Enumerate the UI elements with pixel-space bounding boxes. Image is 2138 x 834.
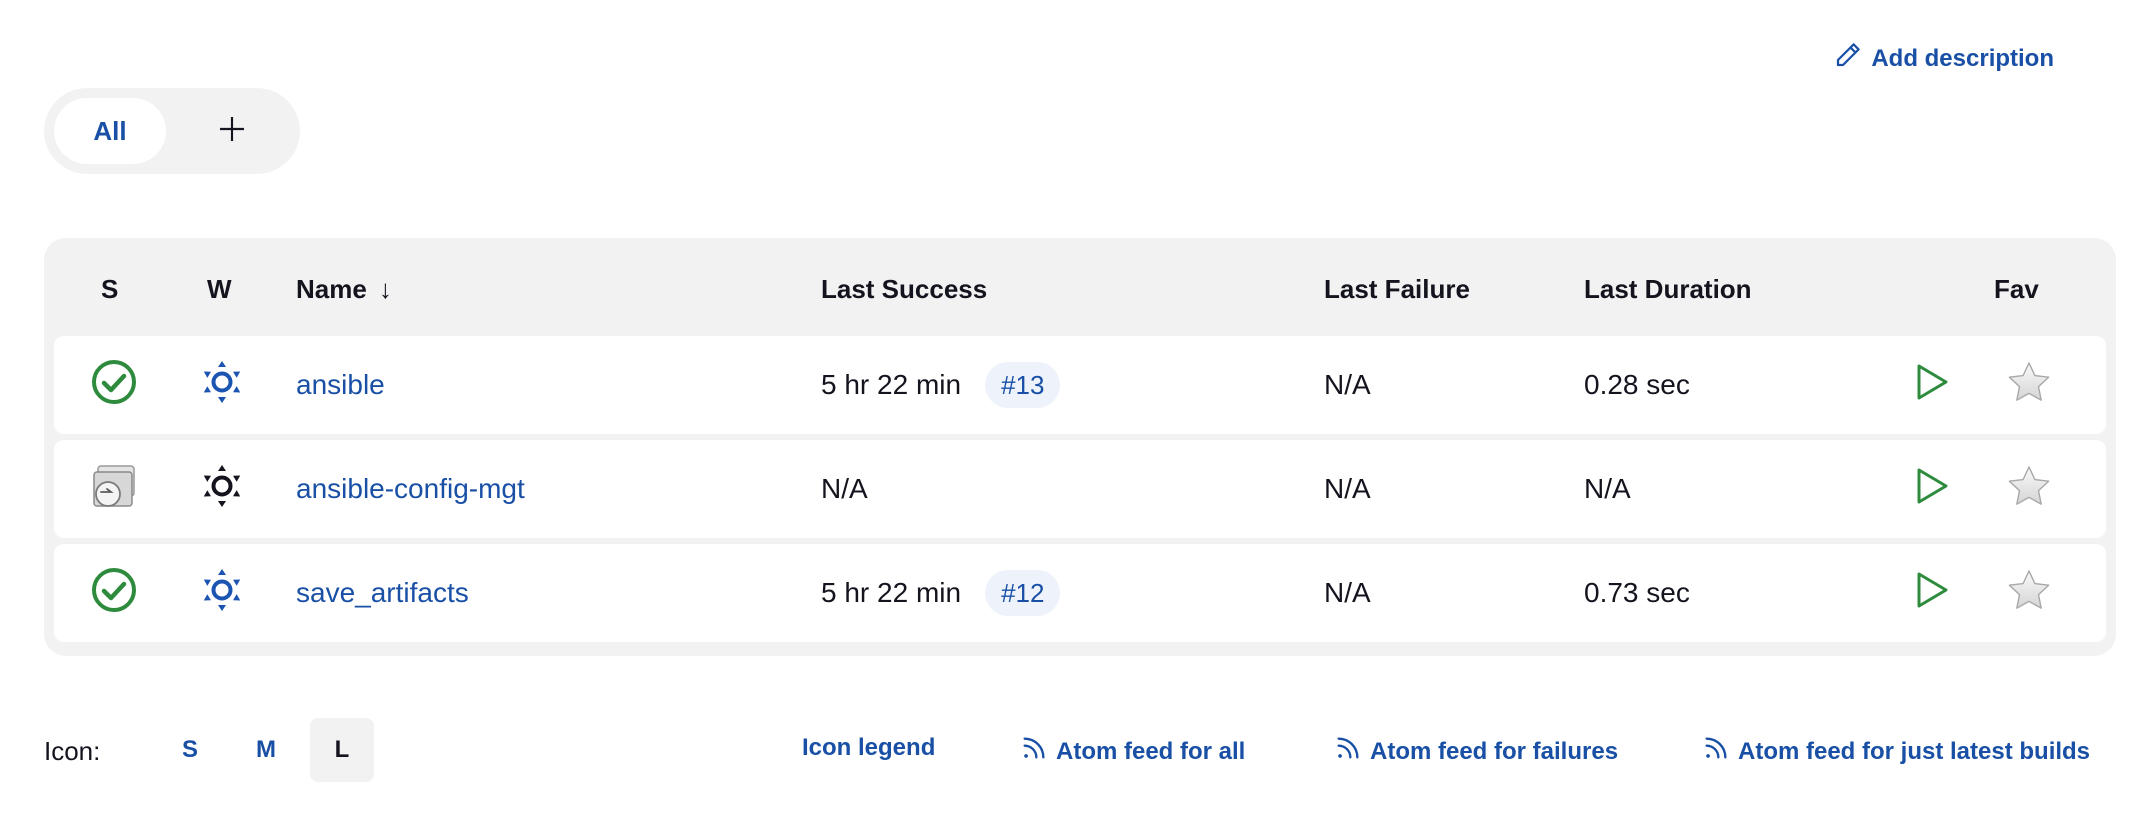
favorite-toggle[interactable]	[2004, 336, 2054, 434]
star-icon	[2007, 465, 2051, 514]
job-link[interactable]: ansible-config-mgt	[296, 473, 525, 505]
icon-size-medium-button[interactable]: M	[234, 718, 298, 782]
weather-cell	[190, 336, 254, 434]
job-link[interactable]: ansible	[296, 369, 385, 401]
last-failure-value: N/A	[1324, 577, 1371, 608]
last-success-time: 5 hr 22 min	[821, 369, 962, 400]
add-description-link[interactable]: Add description	[1833, 40, 2054, 77]
success-icon	[90, 358, 138, 413]
schedule-build-button[interactable]	[1910, 440, 1954, 538]
weather-cell	[190, 440, 254, 538]
add-view-button[interactable]	[192, 98, 272, 164]
star-icon	[2007, 361, 2051, 410]
schedule-build-button[interactable]	[1910, 336, 1954, 434]
view-tabs: All	[44, 88, 300, 174]
rss-icon	[1702, 734, 1730, 769]
table-row: ansible 5 hr 22 min #13 N/A 0.28 sec	[54, 336, 2106, 434]
rss-icon	[1334, 734, 1362, 769]
weather-icon	[199, 463, 245, 516]
build-badge[interactable]: #12	[985, 570, 1061, 616]
jobs-table: S W Name ↓ Last Success Last Failure Last…	[44, 238, 2116, 656]
rss-icon	[1020, 734, 1048, 769]
last-success-time: 5 hr 22 min	[821, 577, 962, 608]
column-header-weather[interactable]: W	[207, 274, 232, 305]
atom-feed-failures-link[interactable]: Atom feed for failures	[1334, 734, 1618, 769]
status-cell	[82, 440, 146, 538]
favorite-toggle[interactable]	[2004, 544, 2054, 642]
last-success-cell: N/A	[821, 440, 868, 538]
last-failure-value: N/A	[1324, 473, 1371, 504]
plus-icon	[216, 113, 248, 150]
icon-legend-label: Icon legend	[802, 734, 936, 761]
last-duration-value: 0.28 sec	[1584, 369, 1690, 400]
table-row: ansible-config-mgt N/A N/A N/A	[54, 440, 2106, 538]
favorite-toggle[interactable]	[2004, 440, 2054, 538]
weather-icon	[199, 359, 245, 412]
build-badge[interactable]: #13	[985, 362, 1061, 408]
atom-feed-latest-link[interactable]: Atom feed for just latest builds	[1702, 734, 2090, 769]
last-duration-value: 0.73 sec	[1584, 577, 1690, 608]
run-icon	[1914, 466, 1950, 513]
column-header-last-duration[interactable]: Last Duration	[1584, 274, 1752, 305]
weather-icon	[199, 567, 245, 620]
atom-feed-all-label: Atom feed for all	[1056, 737, 1246, 765]
icon-size-small-button[interactable]: S	[158, 718, 222, 782]
icon-size-label: Icon:	[44, 736, 101, 766]
column-header-last-failure[interactable]: Last Failure	[1324, 274, 1470, 305]
add-description-label: Add description	[1871, 44, 2054, 72]
atom-feed-failures-label: Atom feed for failures	[1370, 737, 1619, 765]
tab-all[interactable]: All	[54, 98, 166, 164]
column-header-last-success[interactable]: Last Success	[821, 274, 987, 305]
column-header-fav[interactable]: Fav	[1994, 274, 2039, 305]
schedule-build-button[interactable]	[1910, 544, 1954, 642]
table-footer: Icon: S M L Icon legend Atom feed for al…	[44, 718, 2090, 784]
column-header-status[interactable]: S	[101, 274, 118, 305]
run-icon	[1914, 362, 1950, 409]
last-duration-value: N/A	[1584, 473, 1631, 504]
pencil-icon	[1833, 40, 1863, 77]
status-cell	[82, 336, 146, 434]
star-icon	[2007, 569, 2051, 618]
not-built-icon	[88, 460, 140, 519]
success-icon	[90, 566, 138, 621]
atom-feed-latest-label: Atom feed for just latest builds	[1738, 737, 2091, 765]
run-icon	[1914, 570, 1950, 617]
sort-arrow-icon: ↓	[378, 274, 392, 304]
column-header-name[interactable]: Name ↓	[296, 274, 392, 305]
column-header-name-label: Name	[296, 274, 367, 304]
weather-cell	[190, 544, 254, 642]
icon-legend-link[interactable]: Icon legend	[802, 734, 935, 762]
status-cell	[82, 544, 146, 642]
last-success-time: N/A	[821, 473, 868, 504]
job-link[interactable]: save_artifacts	[296, 577, 469, 609]
table-row: save_artifacts 5 hr 22 min #12 N/A 0.73 s…	[54, 544, 2106, 642]
table-header: S W Name ↓ Last Success Last Failure Last…	[44, 238, 2116, 336]
last-failure-value: N/A	[1324, 369, 1371, 400]
atom-feed-all-link[interactable]: Atom feed for all	[1020, 734, 1245, 769]
last-success-cell: 5 hr 22 min #13	[821, 336, 1061, 434]
icon-size-large-button[interactable]: L	[310, 718, 374, 782]
last-success-cell: 5 hr 22 min #12	[821, 544, 1061, 642]
